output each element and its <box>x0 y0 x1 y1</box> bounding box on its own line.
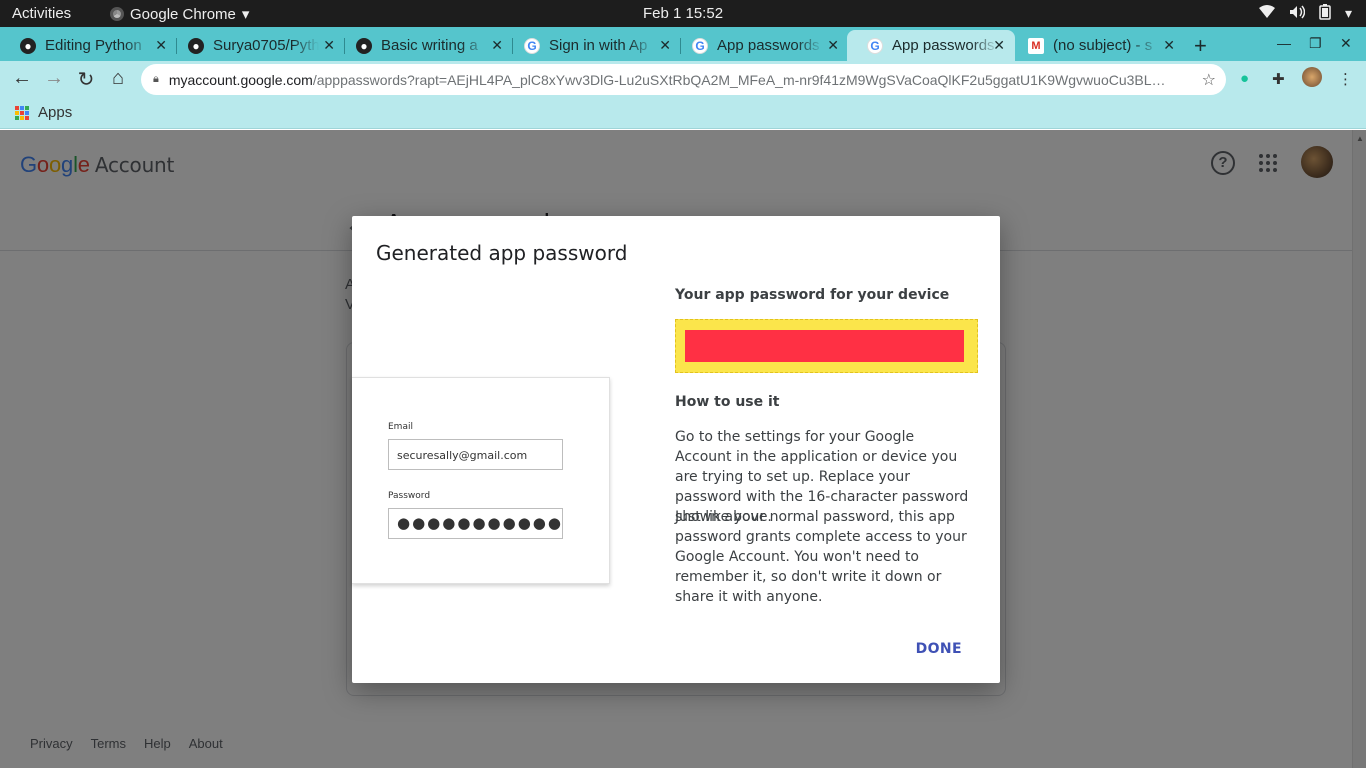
maximize-icon[interactable]: ❐ <box>1309 35 1322 52</box>
password-heading: Your app password for your device <box>675 287 950 303</box>
dialog-title: Generated app password <box>376 241 628 265</box>
grammarly-extension-icon[interactable]: ● <box>1240 70 1249 87</box>
tab-title: App passwords <box>892 37 995 54</box>
system-top-bar: Activities Google Chrome ▾ Feb 1 15:52 ▾ <box>0 0 1366 27</box>
tab-title: Editing Python <box>45 37 142 54</box>
google-icon: G <box>692 37 708 54</box>
app-password-box[interactable] <box>675 319 978 373</box>
sign-in-illustration: Email securesally@gmail.com Password ●●●… <box>352 377 610 584</box>
reload-icon[interactable]: ↻ <box>74 67 98 92</box>
volume-icon <box>1289 5 1306 22</box>
close-tab-icon[interactable]: ✕ <box>491 37 503 54</box>
tab-gmail-no-subject[interactable]: M (no subject) - s ✕ <box>1008 30 1185 61</box>
close-tab-icon[interactable]: ✕ <box>993 37 1005 54</box>
tab-app-passwords-active[interactable]: G App passwords ✕ <box>847 30 1015 61</box>
generated-app-password-dialog: Generated app password Email securesally… <box>352 216 1000 683</box>
tab-strip: ● Editing Python ✕ ● Surya0705/Pyth ✕ ● … <box>0 27 1366 61</box>
bookmarks-bar: Apps <box>0 98 1366 129</box>
back-icon[interactable]: ← <box>10 67 34 90</box>
illustration-email-label: Email <box>388 422 413 432</box>
close-tab-icon[interactable]: ✕ <box>155 37 167 54</box>
illustration-password-label: Password <box>388 491 431 501</box>
url-path: /apppasswords?rapt=AEjHL4PA_plC8xYwv3DlG… <box>312 71 1175 88</box>
browser-toolbar: ← → ↻ ⌂ 🔒︎ myaccount.google.com /apppass… <box>0 61 1366 98</box>
tab-basic-writing[interactable]: ● Basic writing a ✕ <box>336 30 513 61</box>
power-menu-caret-icon: ▾ <box>1344 5 1352 21</box>
redacted-password <box>685 330 964 362</box>
new-tab-button[interactable]: + <box>1194 33 1207 59</box>
profile-avatar[interactable] <box>1302 67 1322 87</box>
minimize-icon[interactable]: — <box>1277 35 1291 51</box>
system-tray[interactable]: ▾ <box>1258 4 1352 23</box>
apps-grid-icon[interactable] <box>15 106 29 120</box>
tab-title: Basic writing a <box>381 37 478 54</box>
app-menu[interactable]: Google Chrome ▾ <box>110 5 249 23</box>
battery-icon <box>1319 4 1331 23</box>
github-icon: ● <box>356 37 372 54</box>
close-tab-icon[interactable]: ✕ <box>323 37 335 54</box>
bookmark-star-icon[interactable]: ☆ <box>1202 70 1216 90</box>
google-icon: G <box>867 37 883 54</box>
instructions-paragraph-2: Just like your normal password, this app… <box>675 509 967 605</box>
google-icon: G <box>524 37 540 54</box>
tab-editing-python[interactable]: ● Editing Python ✕ <box>0 30 177 61</box>
gmail-icon: M <box>1028 37 1044 54</box>
wifi-icon <box>1258 5 1275 22</box>
illustration-email-field: securesally@gmail.com <box>388 439 563 470</box>
done-button[interactable]: DONE <box>916 641 962 657</box>
tab-app-passwords[interactable]: G App passwords ✕ <box>672 30 849 61</box>
caret-down-icon: ▾ <box>241 6 250 23</box>
chrome-menu-icon[interactable]: ⋮ <box>1338 70 1353 88</box>
app-menu-label: Google Chrome <box>130 5 236 23</box>
close-tab-icon[interactable]: ✕ <box>659 37 671 54</box>
lock-icon[interactable]: 🔒︎ <box>153 73 159 86</box>
tab-title: Sign in with Ap <box>549 37 648 54</box>
tab-sign-in-with-apple[interactable]: G Sign in with Ap ✕ <box>504 30 681 61</box>
tab-title: App passwords <box>717 37 820 54</box>
tab-title: Surya0705/Pyth <box>213 37 319 54</box>
forward-icon[interactable]: → <box>42 67 66 90</box>
tab-surya-repo[interactable]: ● Surya0705/Pyth ✕ <box>168 30 345 61</box>
close-tab-icon[interactable]: ✕ <box>827 37 839 54</box>
tab-title: (no subject) - s <box>1053 37 1153 54</box>
chrome-icon <box>110 7 124 21</box>
home-icon[interactable]: ⌂ <box>106 67 130 90</box>
extensions-puzzle-icon[interactable]: ✚ <box>1272 70 1285 88</box>
illustration-password-field: ●●●●●●●●●●● <box>388 508 563 539</box>
close-tab-icon[interactable]: ✕ <box>1163 37 1175 54</box>
close-window-icon[interactable]: ✕ <box>1340 35 1352 52</box>
url-host: myaccount.google.com <box>168 71 313 88</box>
how-to-use-heading: How to use it <box>675 394 780 410</box>
github-icon: ● <box>188 37 204 54</box>
github-icon: ● <box>20 37 36 54</box>
activities-button[interactable]: Activities <box>12 5 71 22</box>
address-bar[interactable]: 🔒︎ myaccount.google.com /apppasswords?ra… <box>141 64 1226 95</box>
apps-bookmark[interactable]: Apps <box>38 104 72 121</box>
